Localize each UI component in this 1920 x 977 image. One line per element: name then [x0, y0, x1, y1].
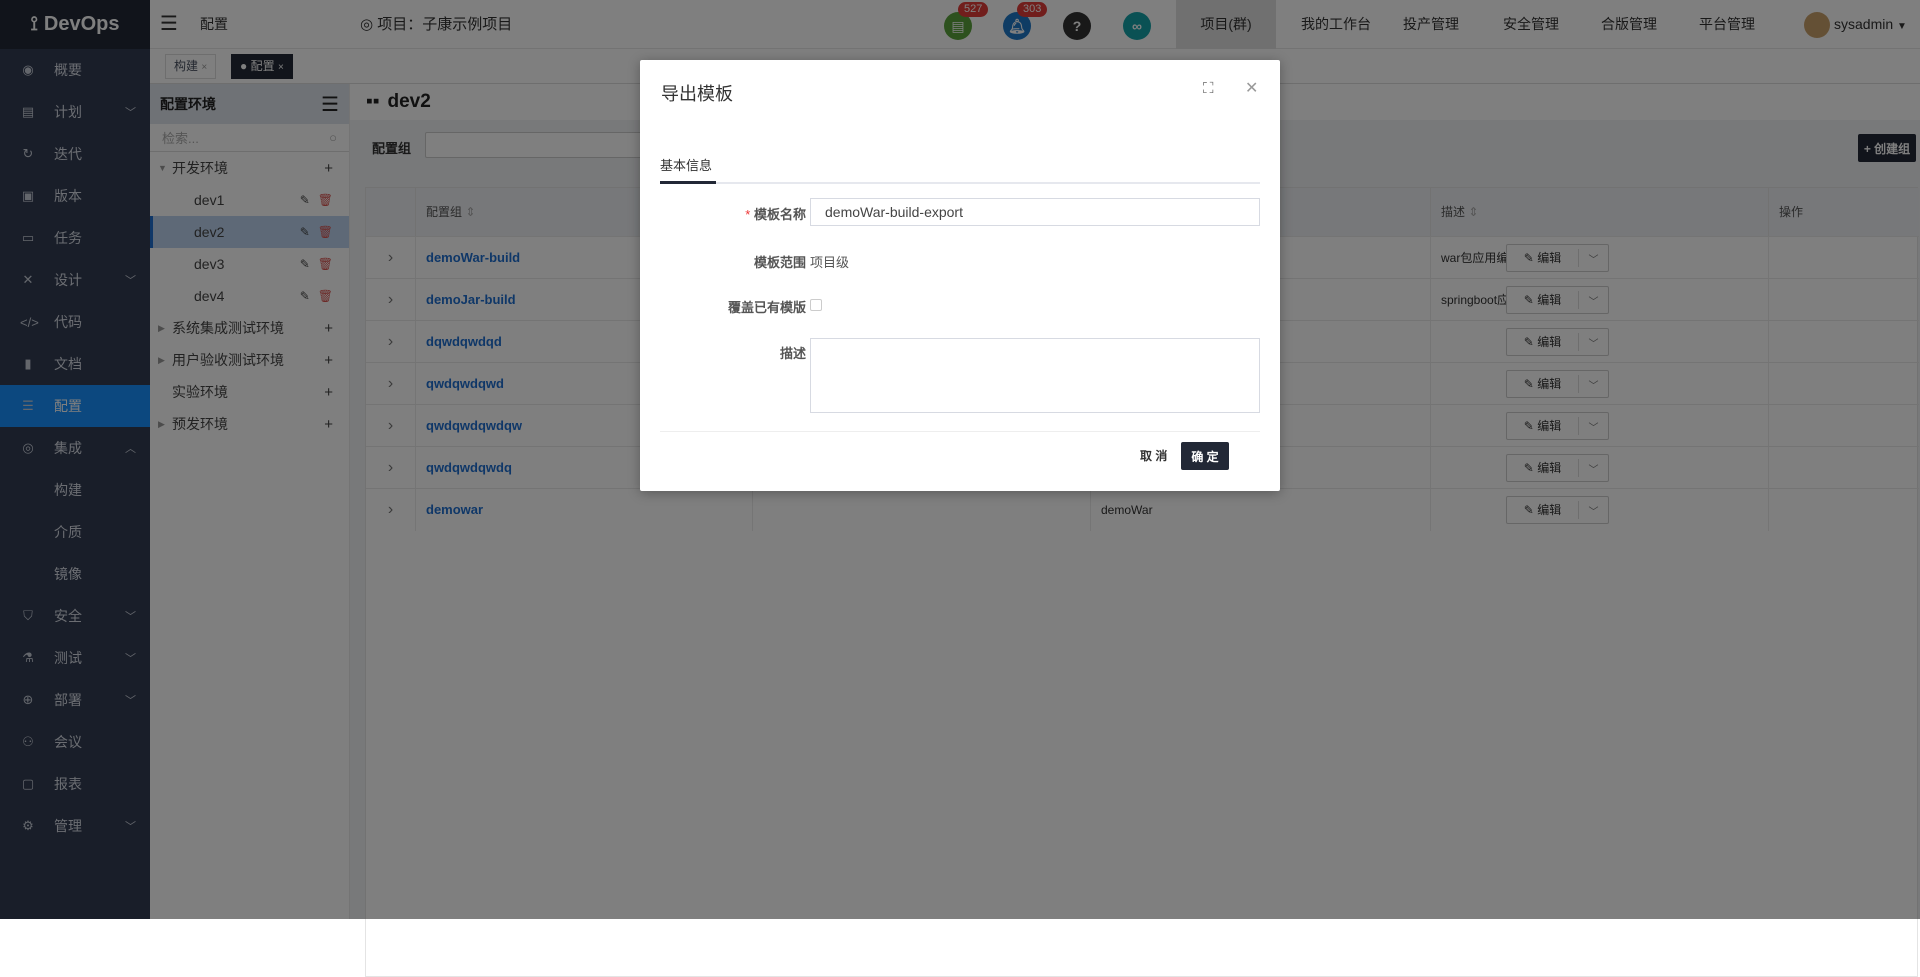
template-scope-label: 模板范围 — [753, 255, 806, 270]
tab-bar-line — [660, 182, 1260, 184]
tab-basic-info[interactable]: 基本信息 — [660, 155, 712, 174]
close-icon[interactable]: ✕ — [1245, 78, 1258, 98]
template-name-input[interactable]: demoWar-build-export — [810, 198, 1260, 226]
dialog-title: 导出模板 — [661, 84, 733, 104]
tab-active-indicator — [660, 181, 716, 184]
cancel-button[interactable]: 取 消 — [1140, 442, 1167, 470]
overwrite-label: 覆盖已有模版 — [727, 300, 806, 315]
divider — [660, 431, 1260, 432]
confirm-button[interactable]: 确 定 — [1181, 442, 1229, 470]
description-textarea[interactable] — [810, 338, 1260, 413]
fullscreen-icon[interactable]: ⛶ — [1203, 80, 1214, 97]
overwrite-checkbox[interactable] — [810, 299, 822, 311]
description-label: 描述 — [779, 346, 806, 361]
template-name-label: * 模板名称 — [745, 207, 806, 222]
export-template-dialog: 导出模板 ⛶ ✕ 基本信息 * 模板名称 demoWar-build-expor… — [640, 60, 1280, 491]
template-scope-value: 项目级 — [810, 255, 850, 270]
